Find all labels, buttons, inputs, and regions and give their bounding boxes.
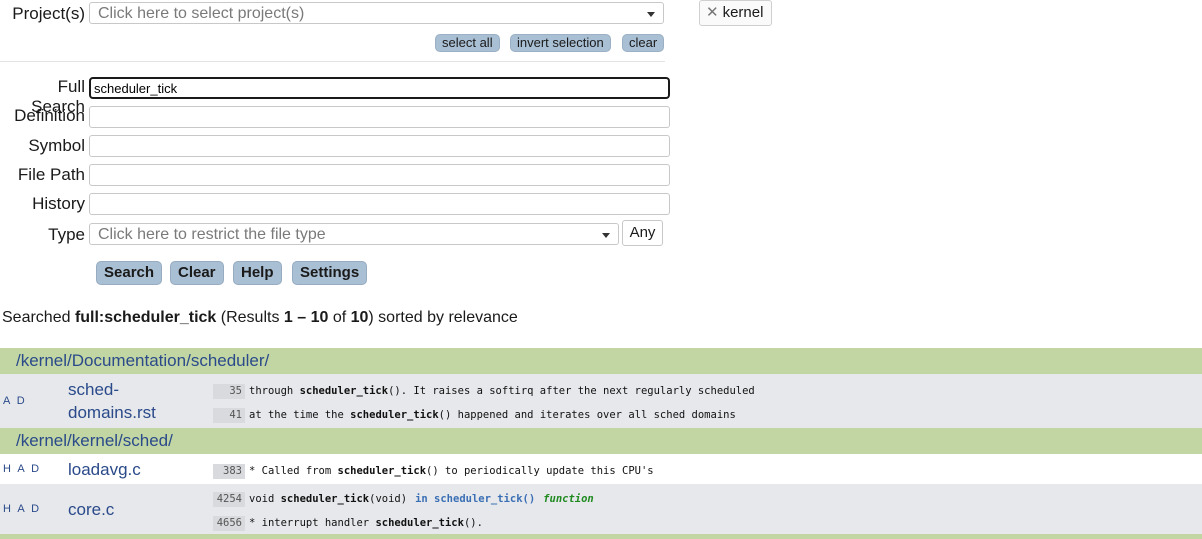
symbol-kind: function: [543, 493, 594, 505]
project-placeholder: Click here to select project(s): [98, 5, 305, 22]
file-type-select[interactable]: Click here to restrict the file type: [89, 223, 619, 245]
line-number: 4254: [213, 492, 245, 507]
summary-query: full:scheduler_tick: [74, 309, 217, 326]
full-search-input[interactable]: scheduler_tick: [89, 77, 670, 99]
divider: [0, 61, 665, 62]
result-row: A D sched- domains.rst 35 through schedul…: [0, 374, 1202, 428]
clear-button[interactable]: Clear: [170, 261, 224, 285]
summary-range: 1 – 10: [283, 309, 329, 326]
result-row: H A D loadavg.c 383 * Called from schedul…: [0, 454, 1202, 484]
select-all-button[interactable]: select all: [435, 34, 500, 52]
result-file-link[interactable]: core.c: [68, 498, 114, 521]
result-directory-bar: [0, 534, 1202, 539]
line-number: 4656: [213, 516, 245, 531]
line-number: 35: [213, 384, 245, 399]
summary-total: 10: [350, 309, 369, 326]
line-text-pre: at the time the: [249, 409, 351, 421]
project-label: Project(s): [12, 4, 85, 23]
history-annotate-download-links[interactable]: H A D: [3, 503, 41, 515]
result-line[interactable]: 4656 * interrupt handler scheduler_tick()…: [213, 516, 483, 531]
line-text-post: ().: [463, 517, 483, 529]
help-button[interactable]: Help: [233, 261, 282, 285]
chevron-down-icon: [647, 12, 655, 17]
match-highlight: scheduler_tick: [280, 493, 370, 505]
scope-link[interactable]: in scheduler_tick(): [415, 493, 535, 505]
search-button[interactable]: Search: [96, 261, 163, 285]
history-input[interactable]: [89, 193, 670, 215]
result-line[interactable]: 41 at the time the scheduler_tick() happe…: [213, 408, 736, 423]
search-summary: Searched full:scheduler_tick (Results 1 …: [2, 309, 518, 327]
project-select[interactable]: Click here to select project(s): [89, 2, 664, 24]
line-text-post: () to periodically update this CPU's: [426, 465, 654, 477]
history-annotate-download-links[interactable]: A D: [3, 395, 27, 407]
summary-mid1: (Results: [216, 309, 284, 326]
line-text-post: (void): [369, 493, 408, 505]
definition-input[interactable]: [89, 106, 670, 128]
settings-button[interactable]: Settings: [292, 261, 368, 285]
summary-suffix: ) sorted by relevance: [368, 309, 518, 326]
line-number: 383: [213, 464, 245, 479]
definition-label: Definition: [14, 106, 85, 125]
result-file-link[interactable]: sched- domains.rst: [68, 378, 156, 424]
result-line[interactable]: 383 * Called from scheduler_tick() to per…: [213, 464, 654, 479]
line-text-pre: * Called from: [249, 465, 338, 477]
result-row: H A D core.c 4254 void scheduler_tick(voi…: [0, 484, 1202, 534]
match-highlight: scheduler_tick: [299, 385, 389, 397]
line-text-post: () happened and iterates over all sched …: [438, 409, 736, 421]
line-text-post: (). It raises a softirq after the next r…: [388, 385, 755, 397]
result-directory-link[interactable]: /kernel/Documentation/scheduler/: [0, 348, 1202, 374]
any-type-button[interactable]: Any: [622, 220, 663, 246]
close-icon[interactable]: ✕: [706, 4, 719, 21]
result-file-link[interactable]: loadavg.c: [68, 458, 141, 481]
file-type-placeholder: Click here to restrict the file type: [98, 226, 326, 243]
line-text-pre: * interrupt handler: [249, 517, 376, 529]
summary-prefix: Searched: [2, 309, 75, 326]
project-tag-kernel[interactable]: ✕ kernel: [699, 0, 772, 26]
symbol-input[interactable]: [89, 135, 670, 157]
clear-selection-button[interactable]: clear: [622, 34, 665, 52]
match-highlight: scheduler_tick: [350, 409, 439, 421]
type-label: Type: [48, 225, 85, 244]
file-path-label: File Path: [17, 165, 85, 184]
history-annotate-download-links[interactable]: H A D: [3, 463, 41, 475]
file-name-part2: domains.rst: [68, 403, 156, 422]
match-highlight: scheduler_tick: [375, 517, 464, 529]
invert-selection-button[interactable]: invert selection: [510, 34, 611, 52]
match-highlight: scheduler_tick: [337, 465, 427, 477]
file-name-part1: sched-: [68, 380, 120, 399]
history-label: History: [32, 194, 85, 213]
result-line[interactable]: 35 through scheduler_tick(). It raises a …: [213, 384, 755, 399]
result-line[interactable]: 4254 void scheduler_tick(void) in schedule…: [213, 492, 594, 507]
result-directory-link[interactable]: /kernel/kernel/sched/: [0, 428, 1202, 454]
file-path-input[interactable]: [89, 164, 670, 186]
line-text-pre: void: [249, 493, 281, 505]
line-number: 41: [213, 408, 245, 423]
symbol-label: Symbol: [28, 136, 85, 155]
summary-mid2: of: [328, 309, 351, 326]
project-tag-label: kernel: [722, 4, 764, 21]
chevron-down-icon: [602, 233, 610, 238]
line-text-pre: through: [249, 385, 300, 397]
